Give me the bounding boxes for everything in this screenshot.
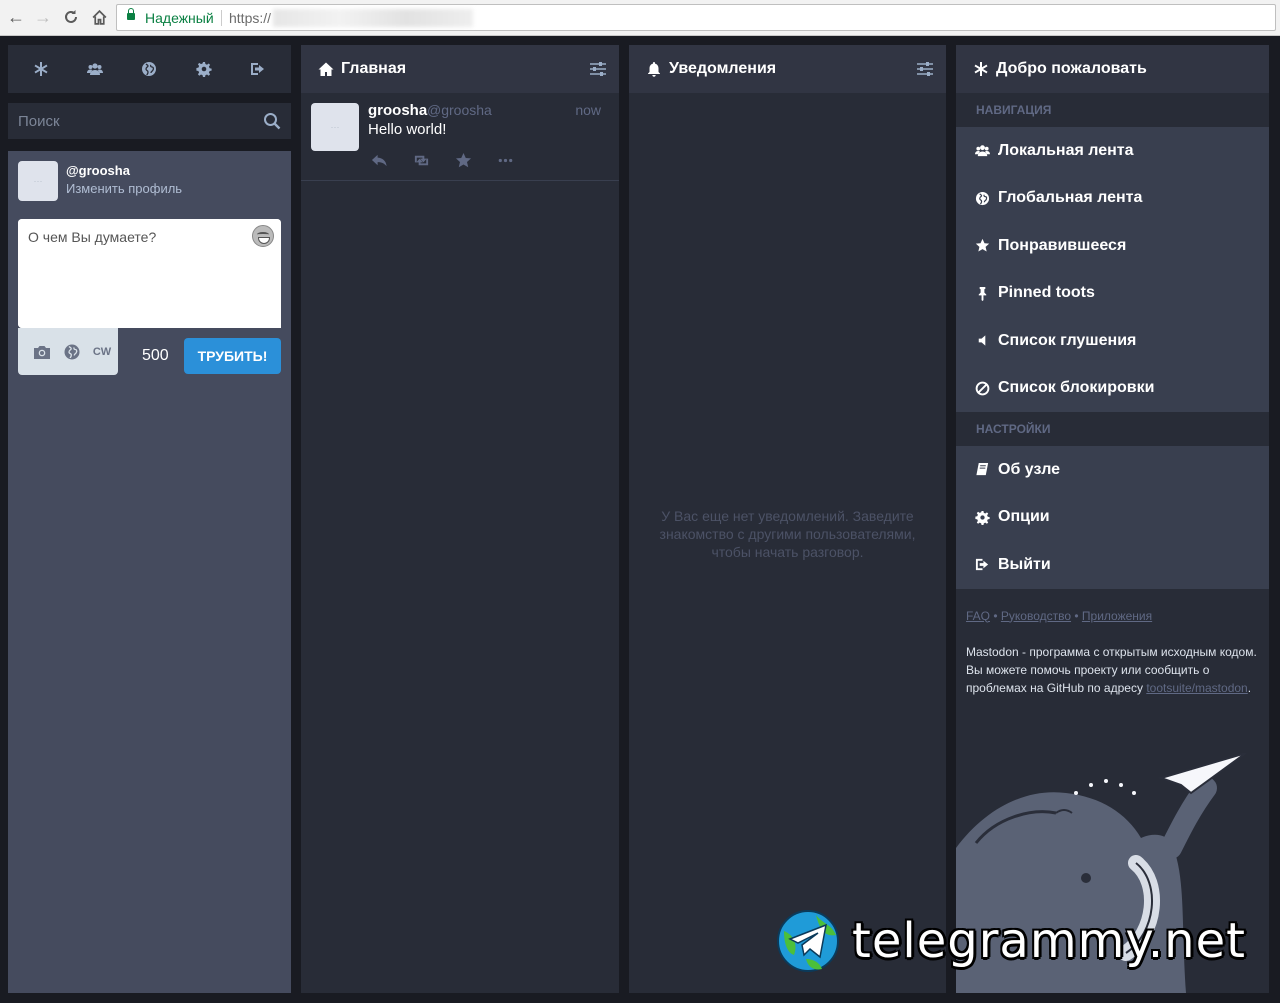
menu-item-label: Pinned toots [998,284,1095,302]
home-icon[interactable] [88,6,110,28]
back-icon[interactable]: ← [5,6,27,28]
menu-item-label: Выйти [998,555,1051,573]
avatar[interactable]: ··· [311,103,359,151]
globe-icon[interactable] [135,55,163,83]
menu-item-federated-timeline[interactable]: Глобальная лента [956,174,1269,222]
compose-textarea[interactable] [18,219,281,328]
guide-link[interactable]: Руководство [1001,609,1071,623]
users-icon[interactable] [81,55,109,83]
faq-link[interactable]: FAQ [966,609,990,623]
status-actions [369,151,515,169]
status-display-name[interactable]: groosha [368,102,427,119]
notifications-column: Уведомления У Вас еще нет уведомлений. З… [629,45,946,993]
menu-item-pinned[interactable]: Pinned toots [956,269,1269,317]
gear-icon[interactable] [190,55,218,83]
search-input[interactable] [8,103,291,139]
camera-icon[interactable] [32,342,52,362]
menu-item-label: Понравившееся [998,236,1127,254]
globe-icon[interactable] [62,342,82,362]
search-bar [8,103,291,139]
menu-item-label: Глобальная лента [998,189,1143,207]
boost-icon[interactable] [411,151,431,169]
home-column: Главная ··· groosha @groosha now Hello w… [301,45,619,993]
apps-link[interactable]: Приложения [1082,609,1152,623]
menu-item-logout[interactable]: Выйти [956,541,1269,589]
secure-label: Надежный [145,10,214,26]
menu-item-label: Список блокировки [998,379,1155,397]
thumbtack-icon [974,285,990,301]
book-icon [974,462,990,478]
browser-toolbar: ← → Надежный https:// [0,0,1280,36]
users-icon [974,143,990,159]
watermark-text: telegrammy.net [852,913,1246,969]
search-icon[interactable] [263,112,281,130]
column-title: Главная [341,60,407,77]
toot-button[interactable]: ТРУБИТЬ! [184,338,281,374]
settings-heading: НАСТРОЙКИ [956,412,1269,446]
sign-out-icon[interactable] [244,55,272,83]
globe-icon [974,190,990,206]
lock-icon [127,8,135,20]
volume-off-icon [974,333,990,349]
menu-item-mutes[interactable]: Список глушения [956,317,1269,365]
ban-icon [974,380,990,396]
compose-panel: ··· @groosha Изменить профиль CW 500 ТРУ… [8,151,291,993]
home-column-header[interactable]: Главная [301,45,619,93]
menu-item-about[interactable]: Об узле [956,446,1269,494]
star-icon[interactable] [453,151,473,169]
empty-notifications-message: У Вас еще нет уведомлений. Заведите знак… [659,508,916,560]
star-icon [974,238,990,254]
menu-item-blocks[interactable]: Список блокировки [956,364,1269,412]
menu-item-label: Список глушения [998,331,1137,349]
about-text: Mastodon - программа с открытым исходным… [966,644,1257,695]
column-title: Добро пожаловать [996,60,1147,77]
reload-icon[interactable] [60,6,82,28]
character-counter: 500 [142,347,169,364]
content-warning-button[interactable]: CW [92,342,112,362]
reply-icon[interactable] [369,151,389,169]
account-card: ··· @groosha Изменить профиль [18,161,182,201]
column-settings-icon[interactable] [589,60,607,78]
gear-icon [974,509,990,525]
status-content: Hello world! [368,121,447,138]
status-handle[interactable]: @groosha [427,102,492,118]
forward-icon[interactable]: → [32,6,54,28]
repo-link[interactable]: tootsuite/mastodon [1146,681,1247,695]
watermark: telegrammy.net [776,905,1246,977]
status-time[interactable]: now [575,102,601,118]
status-item[interactable]: ··· groosha @groosha now Hello world! [301,93,619,181]
url-text: https:// [229,10,272,26]
menu-item-favourites[interactable]: Понравившееся [956,222,1269,270]
telegram-globe-logo [777,910,839,972]
url-redacted [273,9,473,27]
compose-options: CW [18,328,118,375]
column-settings-icon[interactable] [916,60,934,78]
address-bar[interactable]: Надежный https:// [116,4,1276,31]
compose-area [18,219,281,328]
getting-started-header: Добро пожаловать [956,45,1269,93]
sign-out-icon [974,557,990,573]
account-handle[interactable]: @groosha [66,163,130,178]
asterisk-icon[interactable] [27,55,55,83]
emoji-picker-icon[interactable] [252,225,274,247]
drawer: ··· @groosha Изменить профиль CW 500 ТРУ… [8,45,291,993]
menu-item-label: Об узле [998,460,1061,478]
avatar[interactable]: ··· [18,161,58,201]
drawer-tabs [8,45,291,93]
home-icon [317,60,335,78]
more-icon[interactable] [495,151,515,169]
notifications-column-header[interactable]: Уведомления [629,45,946,93]
footer-links: FAQ • Руководство • Приложения [966,608,1153,623]
navigation-heading: НАВИГАЦИЯ [956,93,1269,127]
asterisk-icon [972,60,990,78]
menu-item-label: Локальная лента [998,141,1134,159]
edit-profile-link[interactable]: Изменить профиль [66,181,182,196]
menu-item-local-timeline[interactable]: Локальная лента [956,127,1269,175]
menu-item-preferences[interactable]: Опции [956,493,1269,541]
getting-started-footer: FAQ • Руководство • Приложения Mastodon … [956,589,1269,697]
column-title: Уведомления [669,60,777,77]
menu-item-label: Опции [998,508,1050,526]
bell-icon [645,60,663,78]
getting-started-column: Добро пожаловать НАВИГАЦИЯ Локальная лен… [956,45,1269,993]
